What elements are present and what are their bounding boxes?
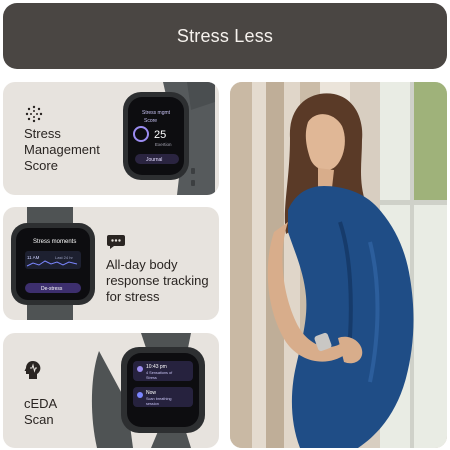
watch2-title: Stress moments (33, 239, 76, 245)
feature-label-line: response tracking (106, 273, 209, 288)
feature-label-line: All-day body (106, 257, 178, 272)
feature-label-line: Score (24, 158, 58, 173)
lifestyle-photo (230, 82, 447, 448)
head-pulse-icon (24, 361, 41, 379)
watch3-sub4: session (146, 402, 159, 406)
woman-stretching-illustration (230, 82, 447, 448)
feature-card-stress-score: Stress Management Score Stress mgmt Scor… (3, 82, 219, 195)
chat-bubble-icon (107, 235, 125, 249)
feature-label-ceda-scan: cEDA Scan (24, 396, 57, 428)
watch3-time2: Now (146, 390, 156, 396)
watch3-time1: 10:43 pm (146, 364, 167, 370)
dotted-circle-icon (25, 105, 43, 123)
watch1-line2: Score (144, 118, 157, 124)
watch-image-1: Stress mgmt Score 25 Exertion Journal (123, 82, 215, 195)
watch3-sub1: 4 Sensations of (146, 371, 173, 375)
watch1-button: Journal (146, 157, 162, 163)
watch1-score: 25 (154, 129, 166, 141)
watch-image-3: 10:43 pm 4 Sensations of Stress Now Scan… (91, 333, 205, 448)
feature-label-body-response: All-day body response tracking for stres… (106, 257, 209, 305)
feature-label-line: for stress (106, 289, 160, 304)
feature-label-stress-score: Stress Management Score (24, 126, 100, 174)
feature-label-line: cEDA (24, 396, 58, 411)
watch3-sub2: Stress (146, 376, 157, 380)
watch1-line1: Stress mgmt (142, 110, 171, 116)
watch2-range: Last 24 hr (55, 255, 73, 260)
feature-card-ceda-scan: cEDA Scan 10:43 pm 4 Sensations of Stres… (3, 333, 219, 448)
watch2-button: De-stress (41, 286, 63, 292)
feature-label-line: Management (24, 142, 100, 157)
watch-image-2: Stress moments 11 AM Last 24 hr De-stres… (11, 207, 95, 320)
watch1-sub: Exertion (155, 142, 172, 147)
feature-label-line: Stress (24, 126, 61, 141)
watch3-sub3: Scan breathing (146, 397, 172, 401)
feature-card-body-response: Stress moments 11 AM Last 24 hr De-stres… (3, 207, 219, 320)
banner-title: Stress Less (176, 25, 274, 46)
feature-label-line: Scan (24, 412, 54, 427)
watch2-time: 11 AM (27, 255, 40, 260)
header-banner: Stress Less (3, 3, 447, 69)
